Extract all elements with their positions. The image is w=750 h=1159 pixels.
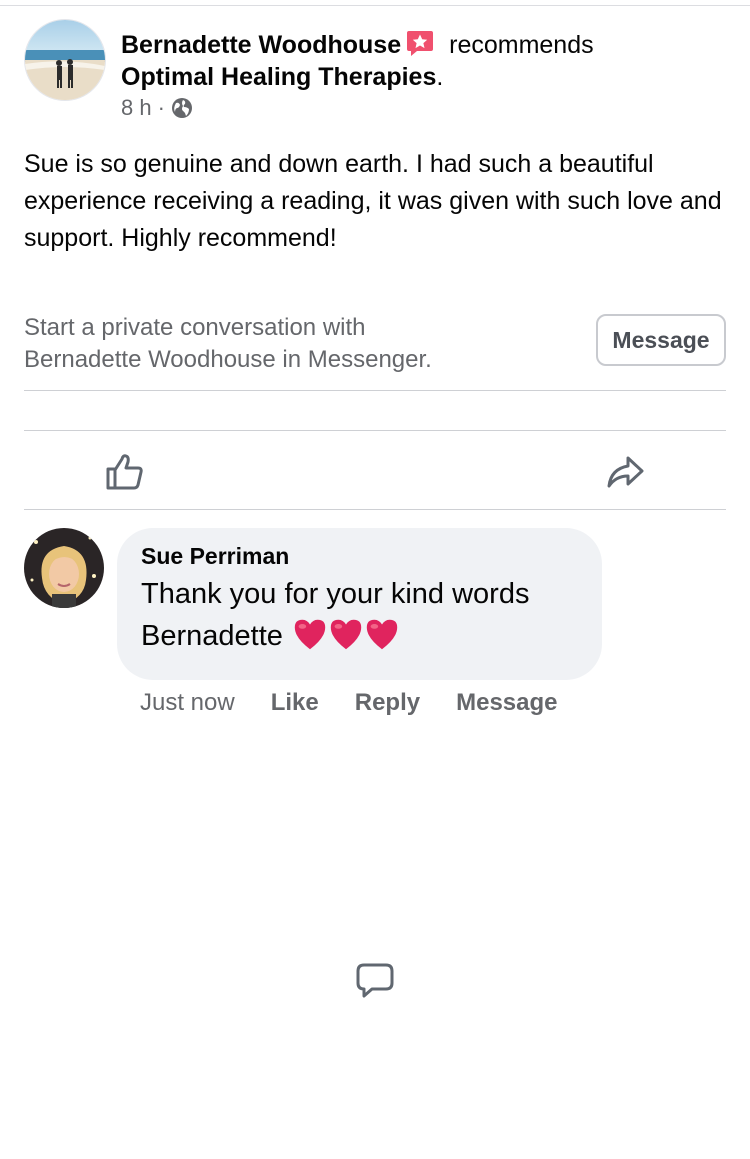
like-button[interactable] [104,451,146,493]
comment-time[interactable]: Just now [140,688,235,718]
speech-bubble-icon [356,963,394,998]
comment-message-button[interactable]: Message [456,688,557,718]
messenger-prompt-line2: Bernadette Woodhouse in Messenger. [24,346,432,373]
post-body: Sue is so genuine and down earth. I had … [24,150,722,252]
post-header-text: Bernadette Woodhouse recommends Optimal … [121,28,721,121]
message-button[interactable]: Message [596,314,726,366]
comment-actions: Just now Like Reply Message [140,688,558,718]
messenger-prompt-line1: Start a private conversation with [24,314,366,341]
hearts [291,615,399,665]
post-header: Bernadette Woodhouse recommends Optimal … [24,18,724,133]
post-action-bar [24,431,726,998]
comment-line2: Bernadette [141,620,283,652]
author-name[interactable]: Bernadette Woodhouse [121,31,401,59]
share-arrow-icon [607,456,644,488]
meta-separator: · [157,95,165,120]
page-link[interactable]: Optimal Healing Therapies [121,63,436,91]
recommendation-star-icon [405,28,435,58]
messenger-prompt-text: Start a private conversation with Bernad… [24,312,564,376]
divider [24,509,726,510]
comment-reply-button[interactable]: Reply [355,688,420,718]
comment-bubble: Sue Perriman Thank you for your kind wor… [117,528,602,680]
comment: Sue Perriman Thank you for your kind wor… [24,528,724,728]
page-suffix: . [436,63,444,91]
heart-icon [294,619,326,650]
divider [24,390,726,391]
comment-like-button[interactable]: Like [271,688,319,718]
top-divider [0,5,750,6]
comment-text: Thank you for your kind words Bernadette [141,574,578,665]
globe-icon [171,98,192,118]
share-button[interactable] [604,451,646,493]
comment-line1: Thank you for your kind words [141,578,530,610]
commenter-name[interactable]: Sue Perriman [141,542,578,570]
author-avatar[interactable] [24,19,106,101]
messenger-prompt: Start a private conversation with Bernad… [24,308,726,378]
thumbs-up-icon [106,454,143,490]
heart-icon [330,619,362,650]
comment-line2-wrap: Bernadette [141,615,578,665]
recommends-verb: recommends [449,31,594,59]
post-time[interactable]: 8 h [121,95,152,121]
post-meta: 8 h · [121,95,721,121]
comment-button[interactable] [354,959,750,1159]
post-headline: Bernadette Woodhouse recommends [121,28,721,61]
page-line: Optimal Healing Therapies. [121,61,721,93]
commenter-avatar[interactable] [24,528,104,608]
heart-icon [366,619,398,650]
